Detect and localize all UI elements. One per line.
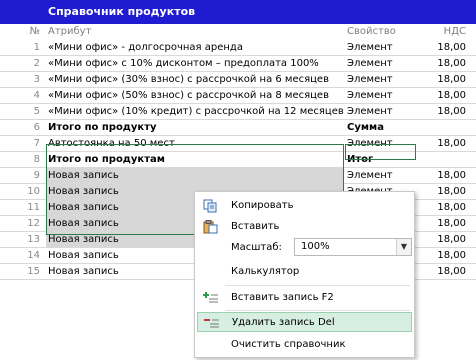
table-row[interactable]: 8 Итого по продуктам Итог: [0, 152, 476, 168]
attr-cell[interactable]: Итого по продукту: [48, 120, 344, 135]
row-number: 2: [33, 58, 40, 69]
vat-cell[interactable]: 18,00: [416, 104, 466, 119]
row-number: 5: [33, 106, 40, 117]
row-number: 11: [27, 202, 40, 213]
attr-cell[interactable]: «Мини офис» (10% кредит) с рассрочкой на…: [48, 104, 344, 119]
menu-separator: [225, 285, 410, 286]
vat-cell[interactable]: 18,00: [416, 72, 466, 87]
table-row[interactable]: 5 «Мини офис» (10% кредит) с рассрочкой …: [0, 104, 476, 120]
menu-item-delete-record[interactable]: Удалить запись Del: [197, 312, 412, 332]
menu-label-calculator: Калькулятор: [231, 266, 300, 277]
vat-cell[interactable]: 18,00: [416, 248, 466, 263]
row-number: 3: [33, 74, 40, 85]
row-number: 6: [33, 122, 40, 133]
table-row[interactable]: 4 «Мини офис» (50% взнос) с рассрочкой н…: [0, 88, 476, 104]
prop-cell[interactable]: Сумма: [347, 120, 417, 135]
prop-cell[interactable]: Элемент: [347, 104, 417, 119]
chevron-down-icon[interactable]: ▼: [396, 239, 411, 255]
menu-label-clear: Очистить справочник: [231, 339, 346, 350]
vat-cell[interactable]: 18,00: [416, 216, 466, 231]
menu-label-copy: Копировать: [231, 200, 294, 211]
table-row[interactable]: 3 «Мини офис» (30% взнос) с рассрочкой н…: [0, 72, 476, 88]
row-number: 8: [33, 154, 40, 165]
table-row[interactable]: 9 Новая запись Элемент 18,00: [0, 168, 476, 184]
vat-cell[interactable]: 18,00: [416, 88, 466, 103]
menu-label-insert-record: Вставить запись F2: [231, 292, 334, 303]
vat-cell[interactable]: 18,00: [416, 136, 466, 151]
row-number: 7: [33, 138, 40, 149]
zoom-value: 100%: [301, 241, 330, 252]
table-header: № Атрибут Свойство НДС: [0, 26, 476, 40]
vat-cell[interactable]: 18,00: [416, 56, 466, 71]
prop-cell[interactable]: Элемент: [347, 88, 417, 103]
menu-item-paste[interactable]: Вставить: [197, 217, 412, 237]
row-number: 10: [27, 186, 40, 197]
table-row[interactable]: 2 «Мини офис» с 10% дисконтом – предопла…: [0, 56, 476, 72]
attr-cell[interactable]: «Мини офис» с 10% дисконтом – предоплата…: [48, 56, 344, 71]
attr-cell[interactable]: Автостоянка на 50 мест: [48, 136, 344, 151]
menu-label-paste: Вставить: [231, 221, 280, 232]
prop-cell[interactable]: Элемент: [347, 72, 417, 87]
table-row[interactable]: 1 «Мини офис» - долгосрочная аренда Элем…: [0, 40, 476, 56]
vat-cell[interactable]: 18,00: [416, 232, 466, 247]
prop-cell[interactable]: Итог: [347, 152, 417, 167]
row-number: 9: [33, 170, 40, 181]
copy-icon: [203, 199, 219, 213]
prop-cell[interactable]: Элемент: [347, 136, 417, 151]
menu-label-delete-record: Удалить запись Del: [232, 317, 335, 328]
menu-item-insert-record[interactable]: Вставить запись F2: [197, 288, 412, 308]
vat-cell[interactable]: 18,00: [416, 40, 466, 55]
prop-cell[interactable]: Элемент: [347, 40, 417, 55]
row-number: 13: [27, 234, 40, 245]
paste-icon: [203, 220, 219, 234]
delete-row-icon: [204, 316, 220, 330]
insert-row-icon: [203, 291, 219, 305]
attr-cell[interactable]: «Мини офис» (30% взнос) с рассрочкой на …: [48, 72, 344, 87]
zoom-select[interactable]: 100% ▼: [294, 238, 412, 256]
prop-cell[interactable]: Элемент: [347, 56, 417, 71]
col-header-num[interactable]: №: [0, 26, 40, 37]
row-number: 14: [27, 250, 40, 261]
zoom-label: Масштаб:: [231, 242, 282, 253]
vat-cell[interactable]: 18,00: [416, 184, 466, 199]
col-header-attr[interactable]: Атрибут: [48, 26, 344, 37]
col-header-vat[interactable]: НДС: [416, 26, 466, 37]
row-number: 1: [33, 42, 40, 53]
row-number: 15: [27, 266, 40, 277]
attr-cell[interactable]: Новая запись: [48, 168, 344, 183]
window-title: Справочник продуктов: [0, 0, 476, 24]
row-number: 12: [27, 218, 40, 229]
menu-separator: [225, 310, 410, 311]
prop-cell[interactable]: Элемент: [347, 168, 417, 183]
vat-cell[interactable]: 18,00: [416, 200, 466, 215]
table-row[interactable]: 7 Автостоянка на 50 мест Элемент 18,00: [0, 136, 476, 152]
menu-item-calculator[interactable]: Калькулятор: [197, 262, 412, 282]
vat-cell[interactable]: 18,00: [416, 168, 466, 183]
table-row[interactable]: 6 Итого по продукту Сумма: [0, 120, 476, 136]
menu-item-clear[interactable]: Очистить справочник: [197, 335, 412, 355]
attr-cell[interactable]: Итого по продуктам: [48, 152, 344, 167]
attr-cell[interactable]: «Мини офис» - долгосрочная аренда: [48, 40, 344, 55]
menu-item-zoom[interactable]: Масштаб: 100% ▼: [197, 238, 412, 258]
row-number: 4: [33, 90, 40, 101]
col-header-prop[interactable]: Свойство: [347, 26, 417, 37]
context-menu: Копировать Вставить Масштаб: 100% ▼ Каль…: [194, 191, 415, 358]
attr-cell[interactable]: «Мини офис» (50% взнос) с рассрочкой на …: [48, 88, 344, 103]
menu-item-copy[interactable]: Копировать: [197, 196, 412, 216]
vat-cell[interactable]: 18,00: [416, 264, 466, 279]
